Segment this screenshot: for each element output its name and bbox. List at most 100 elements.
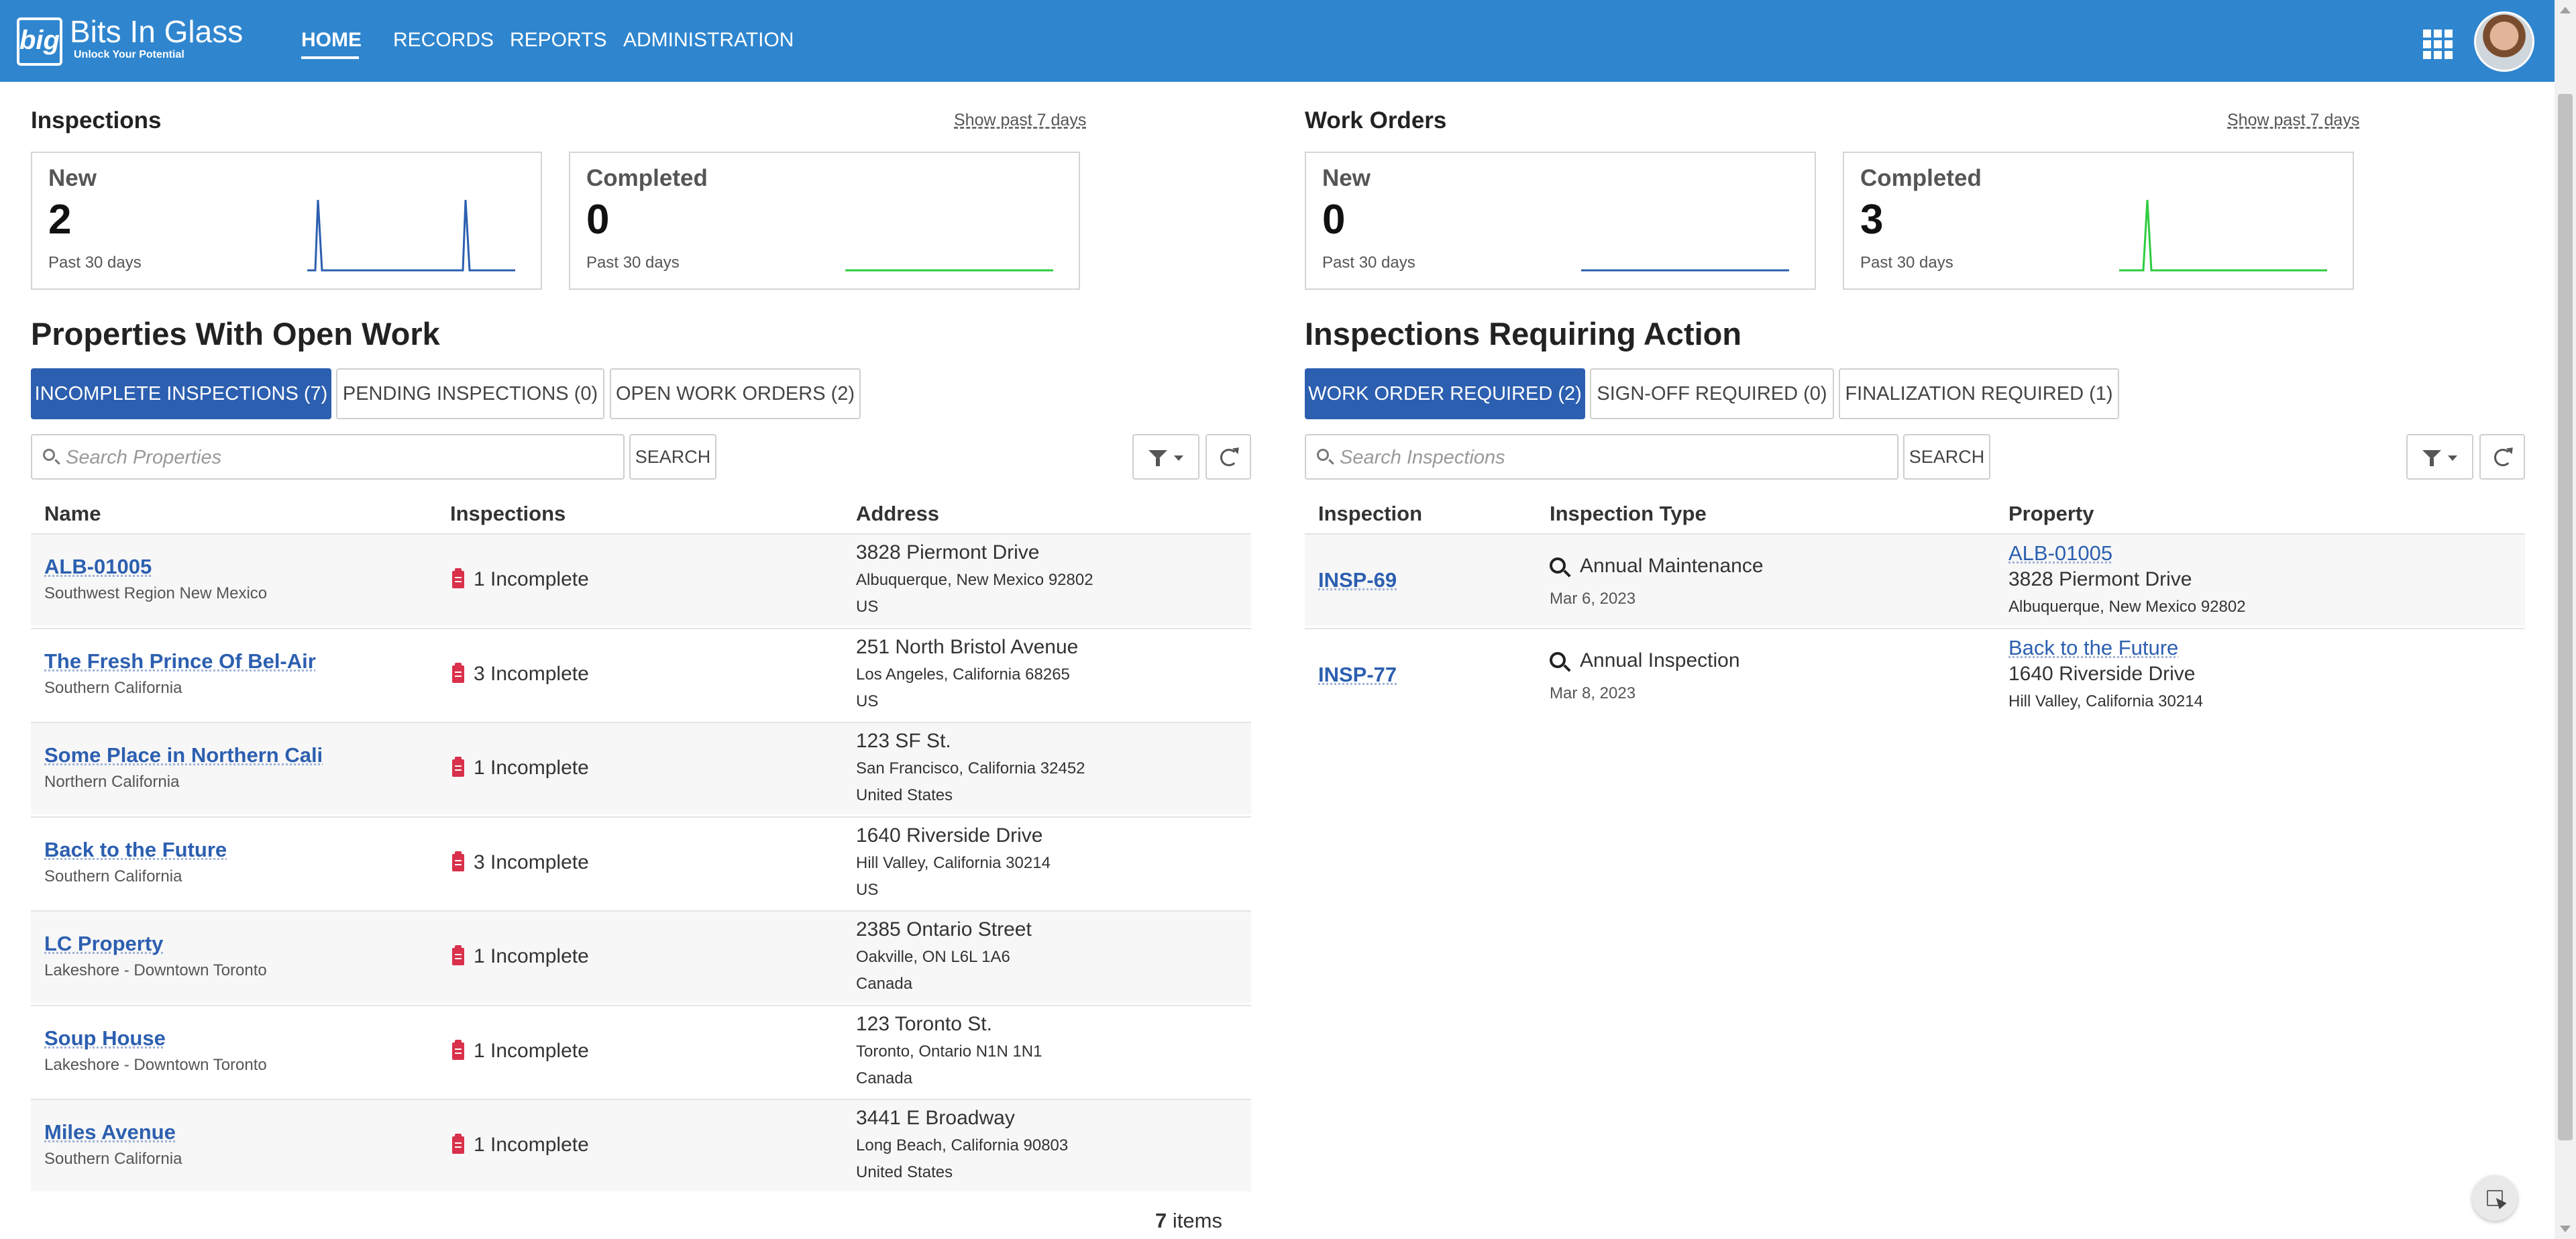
tab-incomplete-inspections[interactable]: INCOMPLETE INSPECTIONS (7) (31, 368, 331, 419)
inspections-new-sparkline (307, 199, 515, 272)
card-label: New (48, 165, 97, 191)
inspections-search-button[interactable]: SEARCH (1903, 434, 1990, 480)
magnifier-icon (1550, 652, 1566, 668)
property-name-link[interactable]: Soup House (44, 1026, 166, 1051)
inspection-date: Mar 8, 2023 (1550, 684, 1636, 702)
address-line-2: Albuquerque, New Mexico 92802 (856, 571, 1093, 589)
work-orders-new-card[interactable]: New 0 Past 30 days (1305, 152, 1816, 290)
properties-search-button[interactable]: SEARCH (629, 434, 716, 480)
item-count-number: 7 (1155, 1209, 1167, 1232)
card-period: Past 30 days (586, 254, 680, 272)
property-name-link[interactable]: Back to the Future (44, 838, 227, 862)
column-header-inspections[interactable]: Inspections (450, 502, 566, 526)
property-region: Southern California (44, 1150, 182, 1168)
clipboard-icon (452, 851, 464, 871)
property-name-link[interactable]: LC Property (44, 932, 163, 956)
inspections-show-past-7-days-link[interactable]: Show past 7 days (954, 111, 1086, 130)
cursor-select-icon[interactable] (2472, 1175, 2518, 1221)
scroll-up-arrow-icon[interactable] (2560, 7, 2571, 13)
property-name-link[interactable]: Miles Avenue (44, 1120, 176, 1144)
scrollbar-thumb[interactable] (2558, 94, 2573, 1140)
inspections-filter-button[interactable] (2406, 434, 2473, 480)
property-link[interactable]: ALB-01005 (2008, 541, 2112, 565)
inspections-action-section-title: Inspections Requiring Action (1305, 316, 1742, 352)
card-value: 2 (48, 197, 72, 243)
tab-pending-inspections[interactable]: PENDING INSPECTIONS (0) (336, 368, 604, 419)
inspection-status: 1 Incomplete (474, 1040, 589, 1062)
inspections-search-input[interactable] (1338, 443, 1892, 472)
clipboard-icon (452, 945, 464, 965)
nav-reports[interactable]: REPORTS (510, 27, 606, 54)
inspection-status: 1 Incomplete (474, 945, 589, 967)
table-row[interactable]: Some Place in Northern Cali Northern Cali… (31, 722, 1251, 814)
property-region: Northern California (44, 773, 180, 791)
clipboard-icon (452, 1040, 464, 1060)
address-line-1: 123 Toronto St. (856, 1013, 992, 1035)
nav-administration[interactable]: ADMINISTRATION (623, 27, 794, 54)
table-row[interactable]: ALB-01005 Southwest Region New Mexico 1 In… (31, 533, 1251, 626)
table-row[interactable]: Back to the Future Southern California 3 I… (31, 816, 1251, 909)
apps-grid-icon[interactable] (2423, 30, 2453, 59)
property-region: Southwest Region New Mexico (44, 584, 268, 602)
property-region: Southern California (44, 867, 182, 885)
brand-logo[interactable]: big (17, 17, 62, 66)
inspections-completed-card[interactable]: Completed 0 Past 30 days (569, 152, 1080, 290)
properties-search-input[interactable] (64, 443, 618, 472)
address-country: US (856, 881, 879, 899)
property-name-link[interactable]: ALB-01005 (44, 555, 152, 579)
work-orders-completed-card[interactable]: Completed 3 Past 30 days (1843, 152, 2354, 290)
inspections-new-card[interactable]: New 2 Past 30 days (31, 152, 542, 290)
nav-records[interactable]: RECORDS (393, 27, 494, 54)
nav-home[interactable]: HOME (301, 27, 362, 54)
address-line-2: Oakville, ON L6L 1A6 (856, 948, 1010, 966)
column-header-property[interactable]: Property (2008, 502, 2094, 526)
table-row[interactable]: Soup House Lakeshore - Downtown Toronto 1 … (31, 1005, 1251, 1097)
address-country: US (856, 598, 879, 616)
property-region: Lakeshore - Downtown Toronto (44, 1056, 267, 1074)
property-name-link[interactable]: Some Place in Northern Cali (44, 743, 323, 767)
table-row[interactable]: The Fresh Prince Of Bel-Air Southern Cali… (31, 628, 1251, 720)
card-value: 0 (1322, 197, 1346, 243)
column-header-name[interactable]: Name (44, 502, 101, 526)
table-row[interactable]: INSP-77 Annual Inspection Mar 8, 2023 Back … (1305, 628, 2525, 720)
property-region: Lakeshore - Downtown Toronto (44, 961, 267, 979)
property-link[interactable]: Back to the Future (2008, 636, 2178, 660)
table-row[interactable]: Miles Avenue Southern California 1 Incompl… (31, 1099, 1251, 1191)
clipboard-icon (452, 757, 464, 777)
address-line-1: 3441 E Broadway (856, 1107, 1015, 1129)
tab-finalization-required[interactable]: FINALIZATION REQUIRED (1) (1839, 368, 2119, 419)
address-line-2: Toronto, Ontario N1N 1N1 (856, 1042, 1042, 1061)
brand-tagline: Unlock Your Potential (74, 49, 184, 60)
scroll-down-arrow-icon[interactable] (2560, 1226, 2571, 1232)
tab-sign-off-required[interactable]: SIGN-OFF REQUIRED (0) (1590, 368, 1834, 419)
refresh-icon (2494, 449, 2512, 466)
filter-icon (2422, 450, 2441, 466)
address-line-1: 1640 Riverside Drive (856, 824, 1043, 847)
work-orders-show-past-7-days-link[interactable]: Show past 7 days (2227, 111, 2359, 130)
table-row[interactable]: LC Property Lakeshore - Downtown Toronto 1… (31, 910, 1251, 1003)
tab-work-order-required[interactable]: WORK ORDER REQUIRED (2) (1305, 368, 1585, 419)
property-region: Southern California (44, 679, 182, 697)
properties-refresh-button[interactable] (1205, 434, 1251, 480)
inspection-id-link[interactable]: INSP-77 (1318, 663, 1397, 687)
tab-open-work-orders[interactable]: OPEN WORK ORDERS (2) (610, 368, 861, 419)
card-period: Past 30 days (1322, 254, 1415, 272)
table-row[interactable]: INSP-69 Annual Maintenance Mar 6, 2023 ALB-… (1305, 533, 2525, 626)
properties-filter-button[interactable] (1132, 434, 1199, 480)
inspection-id-link[interactable]: INSP-69 (1318, 568, 1397, 592)
user-avatar[interactable] (2474, 11, 2534, 72)
chevron-down-icon (1174, 455, 1183, 461)
properties-item-count: 7 items (1155, 1209, 1222, 1233)
column-header-inspection[interactable]: Inspection (1318, 502, 1422, 526)
inspections-refresh-button[interactable] (2479, 434, 2525, 480)
column-header-address[interactable]: Address (856, 502, 939, 526)
address-country: United States (856, 786, 953, 804)
magnifier-icon (1550, 557, 1566, 574)
card-value: 3 (1860, 197, 1884, 243)
card-value: 0 (586, 197, 610, 243)
column-header-inspection-type[interactable]: Inspection Type (1550, 502, 1707, 526)
properties-search-field[interactable] (31, 434, 625, 480)
inspections-search-field[interactable] (1305, 434, 1898, 480)
property-name-link[interactable]: The Fresh Prince Of Bel-Air (44, 649, 316, 674)
inspection-status: 1 Incomplete (474, 757, 589, 779)
